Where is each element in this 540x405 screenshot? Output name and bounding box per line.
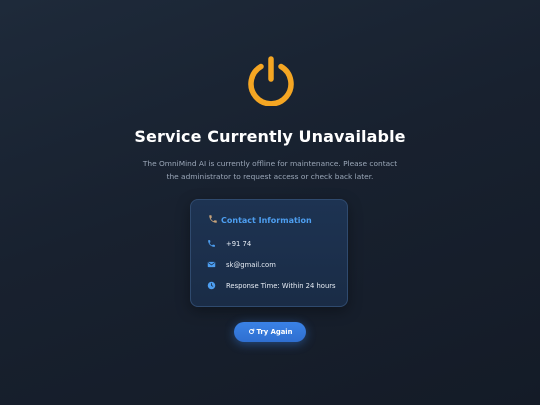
contact-heading-text: Contact Information — [221, 216, 312, 225]
try-again-button[interactable]: Try Again — [234, 322, 306, 342]
power-icon — [248, 56, 294, 106]
page-title: Service Currently Unavailable — [134, 127, 406, 146]
contact-card-heading: Contact Information — [208, 214, 312, 225]
clock-icon — [207, 281, 216, 290]
phone-icon — [209, 215, 217, 223]
refresh-icon — [248, 328, 254, 334]
phone-icon — [208, 240, 215, 247]
try-again-label: Try Again — [256, 328, 293, 336]
contact-response-time: Response Time: Within 24 hours — [226, 282, 336, 290]
contact-email: sk@gmail.com — [226, 261, 276, 269]
contact-phone: +91 74 — [226, 240, 252, 248]
envelope-icon — [207, 261, 216, 268]
maintenance-message: The OmniMind AI is currently offline for… — [142, 159, 398, 181]
